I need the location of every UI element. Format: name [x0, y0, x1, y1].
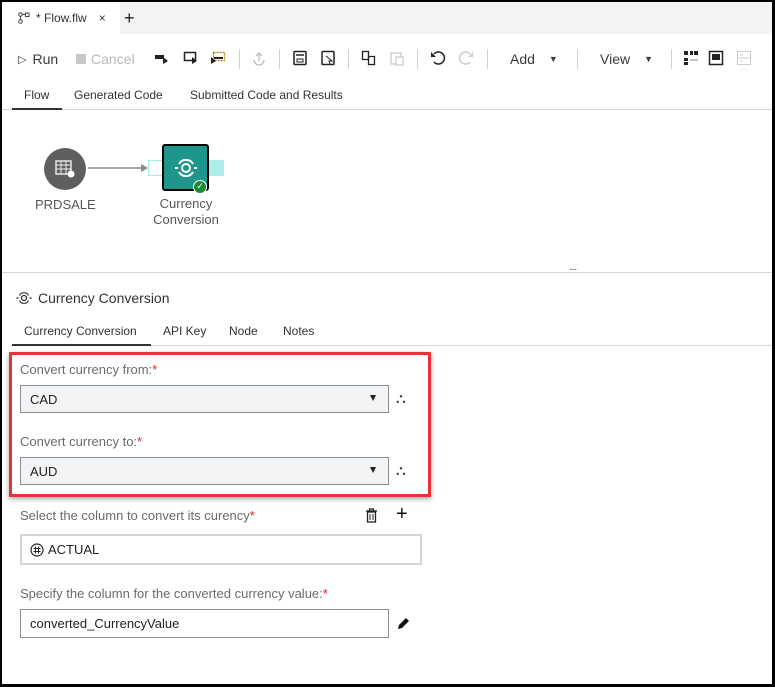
play-icon: ▷ — [18, 53, 27, 66]
tab-flow-file[interactable]: * Flow.flw × — [2, 2, 120, 34]
connection-arrow — [88, 164, 148, 172]
resize-handle[interactable]: .... — [569, 262, 577, 273]
run-from-icon[interactable] — [183, 50, 199, 66]
caret-down-icon — [370, 467, 376, 473]
pencil-icon[interactable] — [397, 617, 410, 630]
currency-from-select[interactable]: CAD — [20, 385, 389, 413]
tab-flow[interactable]: Flow — [24, 88, 49, 102]
from-label: Convert currency from:* — [20, 362, 158, 377]
cancel-button[interactable]: Cancel — [76, 48, 135, 70]
tab-api-key[interactable]: API Key — [163, 324, 206, 338]
new-tab-button[interactable]: + — [124, 8, 135, 29]
redo-icon[interactable] — [458, 50, 474, 66]
tab-submitted-code[interactable]: Submitted Code and Results — [190, 88, 343, 102]
paste-icon[interactable] — [389, 50, 405, 66]
tab-notes[interactable]: Notes — [283, 324, 314, 338]
undo-icon[interactable] — [430, 50, 446, 66]
add-menu-button[interactable]: Add ▼ — [510, 48, 558, 70]
tab-generated-code[interactable]: Generated Code — [74, 88, 163, 102]
upload-icon[interactable] — [251, 50, 267, 66]
caret-down-icon — [370, 395, 376, 401]
run-button[interactable]: ▷ Run — [18, 48, 58, 70]
output-label: Specify the column for the converted cur… — [20, 586, 328, 601]
numeric-column-icon — [30, 542, 44, 557]
layout-grid-icon[interactable] — [683, 50, 699, 66]
stop-icon — [76, 54, 86, 64]
caret-down-icon: ▼ — [644, 54, 654, 64]
add-column-icon[interactable]: + — [396, 503, 408, 526]
to-label: Convert currency to:* — [20, 434, 143, 449]
split-layout-icon[interactable] — [736, 50, 752, 66]
node-label: PRDSALE — [35, 197, 96, 212]
save-as-icon[interactable] — [320, 50, 336, 66]
currency-conversion-icon — [16, 292, 32, 304]
success-check-icon: ✓ — [193, 180, 207, 194]
close-icon[interactable]: × — [99, 11, 106, 25]
table-icon — [55, 160, 75, 178]
node-panel-title: Currency Conversion — [38, 290, 170, 306]
run-to-icon[interactable] — [210, 50, 226, 66]
trash-icon[interactable] — [365, 508, 378, 523]
currency-conversion-icon — [175, 158, 197, 178]
panel-layout-icon[interactable] — [708, 50, 724, 66]
column-list[interactable]: ACTUAL — [20, 534, 422, 565]
node-label: Currency Conversion — [153, 196, 219, 227]
flow-icon — [18, 12, 30, 24]
save-icon[interactable] — [292, 50, 308, 66]
active-tab-indicator — [12, 108, 62, 110]
view-menu-button[interactable]: View ▼ — [600, 48, 653, 70]
tab-node[interactable]: Node — [229, 324, 258, 338]
output-column-input[interactable]: converted_CurrencyValue — [20, 609, 389, 638]
run-selected-icon[interactable] — [154, 50, 170, 66]
tab-currency-conversion[interactable]: Currency Conversion — [24, 324, 137, 338]
node-prdsale[interactable] — [44, 148, 86, 190]
column-item[interactable]: ACTUAL — [48, 542, 99, 557]
active-tab-indicator — [12, 344, 151, 346]
caret-down-icon: ▼ — [548, 54, 558, 64]
binoculars-icon[interactable]: ⛬ — [396, 390, 406, 407]
copy-icon[interactable] — [361, 50, 377, 66]
currency-to-select[interactable]: AUD — [20, 457, 389, 485]
binoculars-icon[interactable]: ⛬ — [396, 462, 406, 479]
tab-label: * Flow.flw — [36, 11, 87, 25]
column-label: Select the column to convert its curency… — [20, 508, 255, 523]
